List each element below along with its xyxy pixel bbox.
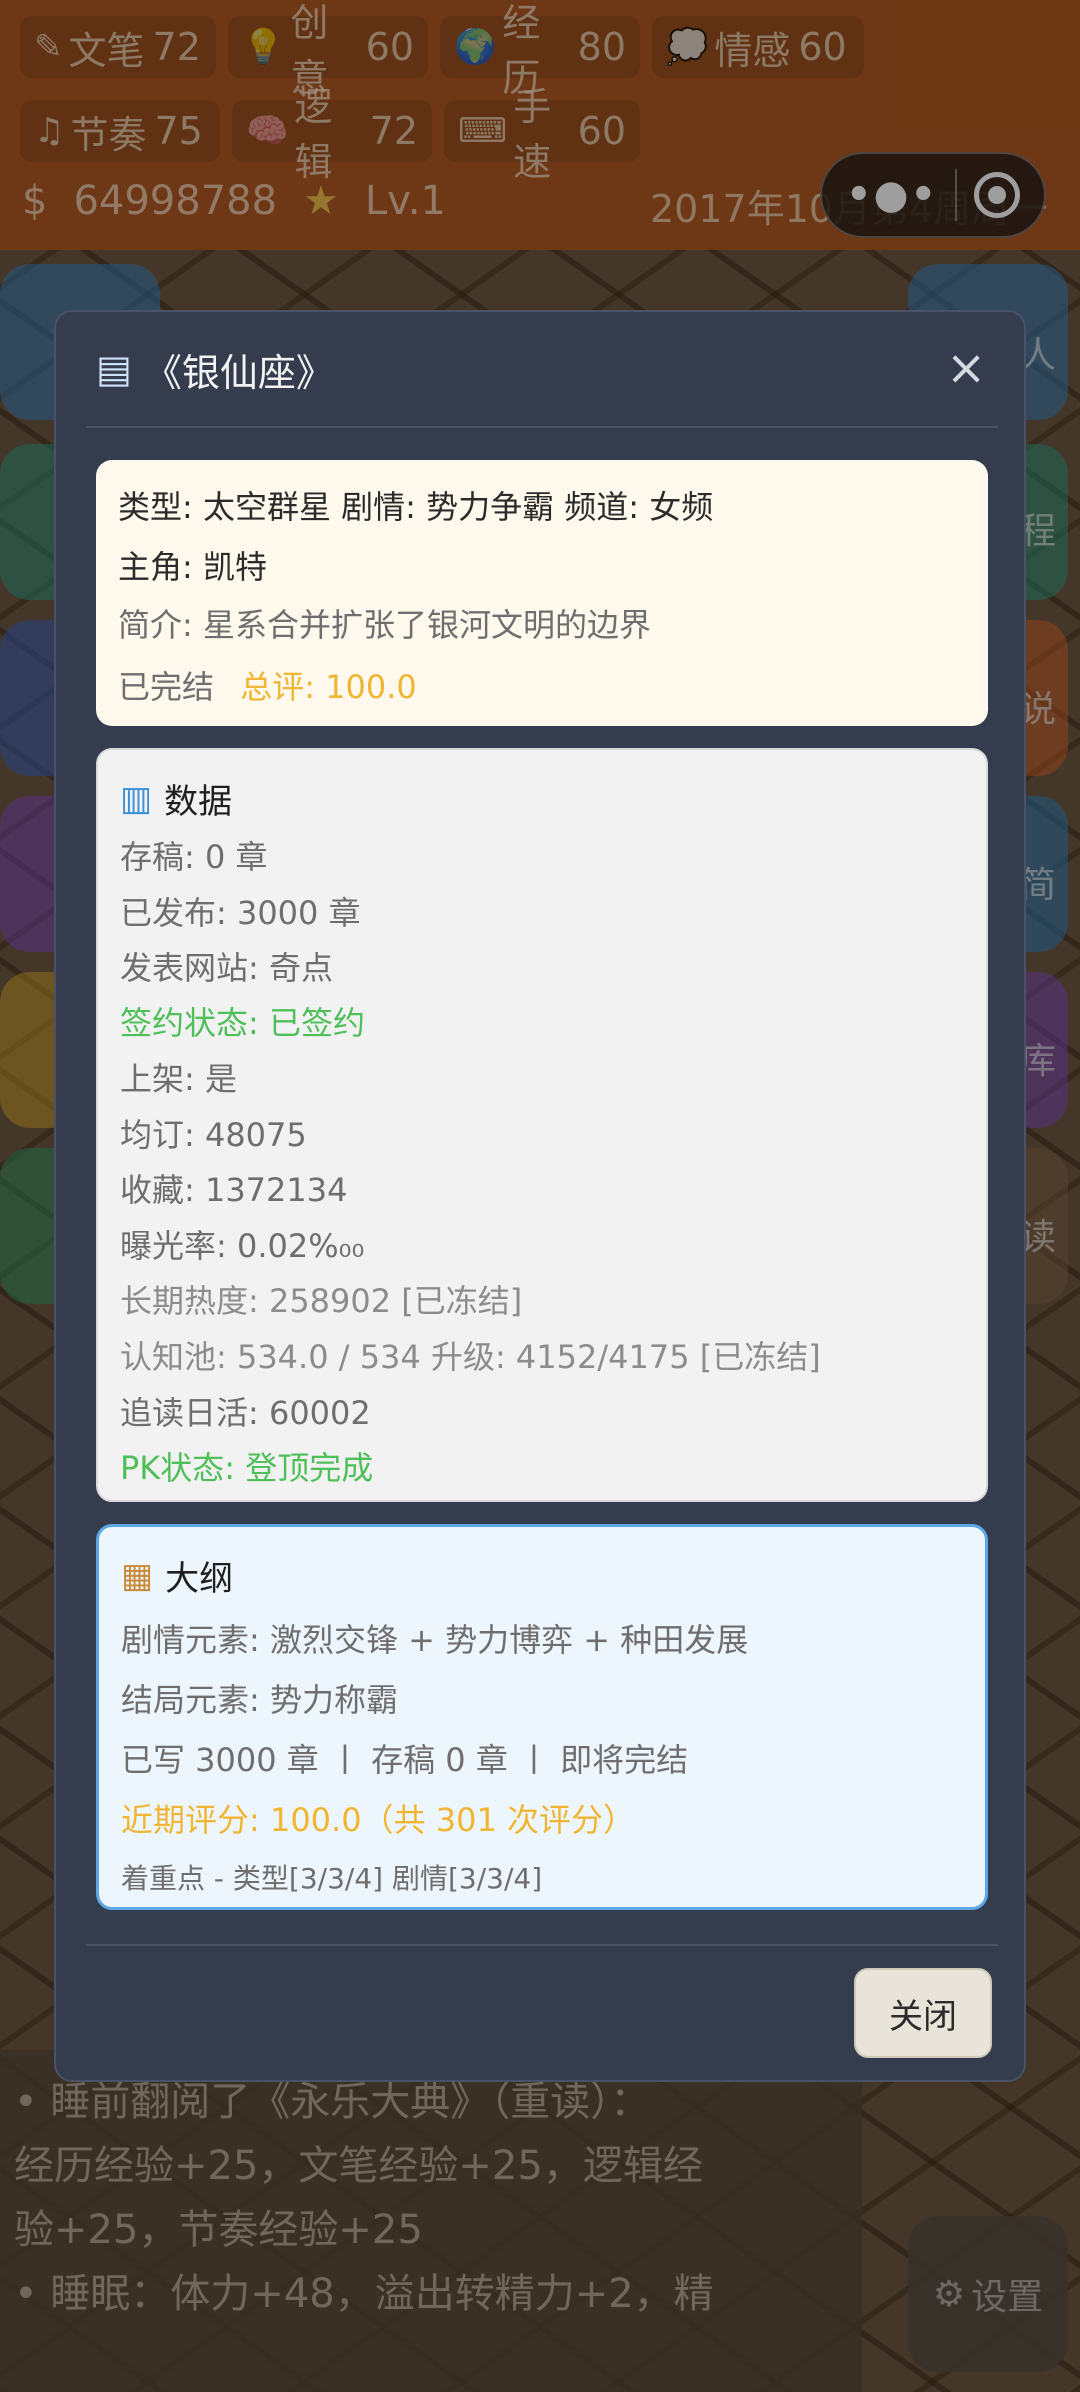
book-title: 《银仙座》: [143, 350, 334, 395]
modal-title: ▤ 《银仙座》: [96, 342, 334, 397]
focus-points: 着重点 - 类型[3/3/4] 剧情[3/3/4]: [121, 1862, 543, 1895]
cognition-pool: 认知池: 534.0 / 534 升级: 4152/4175 [已冻结]: [120, 1338, 821, 1376]
recent-score: 近期评分: 100.0（共 301 次评分）: [121, 1801, 635, 1839]
book-info-card: 类型: 太空群星 剧情: 势力争霸 频道: 女频 主角: 凯特 简介: 星系合并…: [96, 460, 988, 726]
clipboard-icon: ▦: [121, 1555, 154, 1596]
ending-elements: 结局元素: 势力称霸: [121, 1681, 398, 1719]
footer-divider: [86, 1944, 998, 1946]
contract-status: 签约状态: 已签约: [120, 1004, 365, 1042]
drafts-count: 存稿: 0 章: [120, 838, 268, 876]
overall-score: 总评: 100.0: [240, 668, 417, 706]
book-synopsis: 简介: 星系合并扩张了银河文明的边界: [118, 606, 651, 644]
completion-status: 已完结: [118, 668, 215, 706]
publish-site: 发表网站: 奇点: [120, 949, 333, 987]
modal-header: ▤ 《银仙座》 ×: [56, 312, 1024, 426]
data-card: ▥ 数据 存稿: 0 章 已发布: 3000 章 发表网站: 奇点 签约状态: …: [96, 748, 988, 1502]
daily-active-readers: 追读日活: 60002: [120, 1394, 371, 1432]
long-term-heat: 长期热度: 258902 [已冻结]: [120, 1282, 523, 1320]
outline-section-title: ▦ 大纲: [121, 1555, 234, 1600]
published-count: 已发布: 3000 章: [120, 894, 361, 932]
plot-elements: 剧情元素: 激烈交锋 + 势力博弈 + 种田发展: [121, 1621, 749, 1659]
exposure-rate: 曝光率: 0.02%₀₀: [120, 1227, 365, 1265]
book-icon: ▤: [96, 347, 132, 391]
pk-status: PK状态: 登顶完成: [120, 1449, 374, 1487]
close-icon[interactable]: ×: [946, 344, 986, 392]
book-meta: 类型: 太空群星 剧情: 势力争霸 频道: 女频: [118, 488, 714, 526]
average-subscriptions: 均订: 48075: [120, 1116, 307, 1154]
bar-chart-icon: ▥: [120, 778, 153, 819]
outline-card: ▦ 大纲 剧情元素: 激烈交锋 + 势力博弈 + 种田发展 结局元素: 势力称霸…: [96, 1524, 988, 1910]
listed-status: 上架: 是: [120, 1060, 237, 1098]
writing-progress: 已写 3000 章 丨 存稿 0 章 丨 即将完结: [121, 1741, 689, 1779]
close-button[interactable]: 关闭: [854, 1968, 992, 2058]
favorites-count: 收藏: 1372134: [120, 1171, 348, 1209]
header-divider: [86, 426, 998, 428]
book-status-row: 已完结 总评: 100.0: [118, 662, 417, 708]
data-section-title: ▥ 数据: [120, 778, 233, 823]
book-protagonist: 主角: 凯特: [118, 548, 267, 586]
book-detail-modal: ▤ 《银仙座》 × 类型: 太空群星 剧情: 势力争霸 频道: 女频 主角: 凯…: [54, 310, 1026, 2082]
